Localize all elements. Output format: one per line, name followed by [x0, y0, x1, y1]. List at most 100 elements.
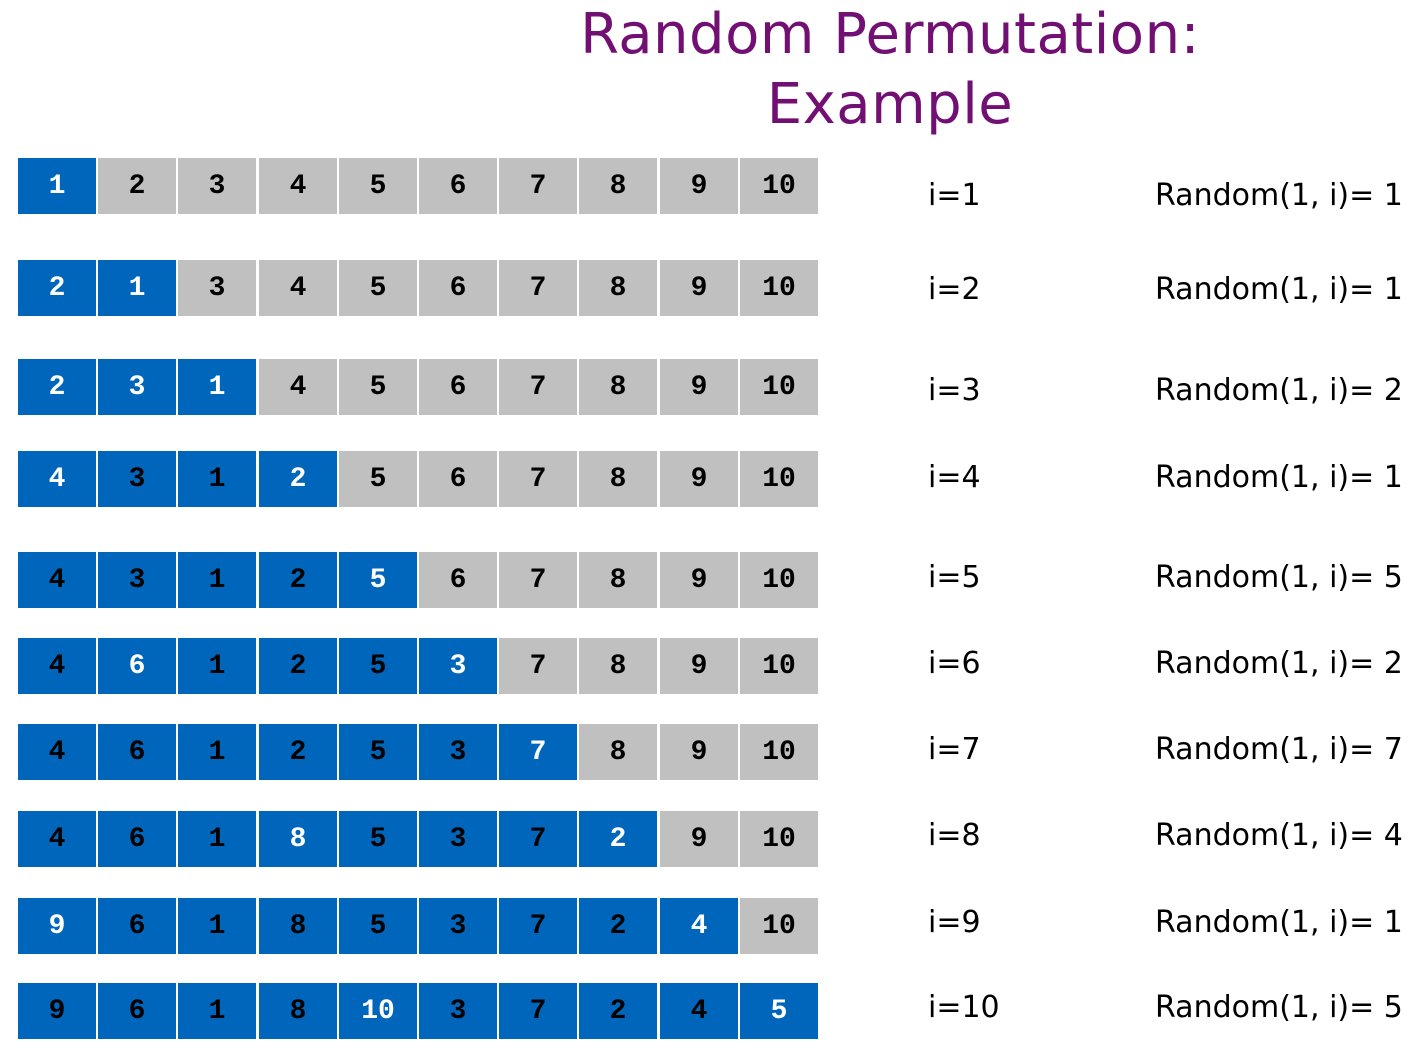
array-cell: 3 [178, 260, 256, 316]
array-cell: 5 [339, 359, 417, 415]
array-cell: 7 [499, 552, 577, 608]
array-cell: 3 [178, 158, 256, 214]
array-cell: 2 [18, 260, 96, 316]
permutation-row: 1 2 3 4 5 6 7 8 9 10 [18, 158, 820, 216]
array-cell: 6 [98, 724, 176, 780]
page-title: Random Permutation: Example [580, 2, 1200, 137]
array-cell: 9 [660, 359, 738, 415]
step-index-label: i=6 [928, 646, 981, 681]
array-cell: 6 [419, 260, 497, 316]
array-cell: 10 [740, 724, 818, 780]
array-cell: 4 [259, 260, 337, 316]
array-cell: 4 [259, 158, 337, 214]
array-cell: 7 [499, 811, 577, 867]
random-value-label: Random(1, i)= 1 [1155, 178, 1403, 213]
random-value-label: Random(1, i)= 5 [1155, 560, 1403, 595]
permutation-row: 2 3 1 4 5 6 7 8 9 10 [18, 359, 820, 417]
array-cell: 7 [499, 158, 577, 214]
array-cell: 4 [259, 359, 337, 415]
array-cell: 1 [18, 158, 96, 214]
permutation-row: 4 6 1 8 5 3 7 2 9 10 [18, 811, 820, 869]
random-value-label: Random(1, i)= 5 [1155, 990, 1403, 1025]
permutation-row: 4 3 1 2 5 6 7 8 9 10 [18, 451, 820, 509]
array-cell: 3 [98, 359, 176, 415]
array-cell: 7 [499, 638, 577, 694]
array-cell: 3 [419, 898, 497, 954]
array-cell: 5 [339, 158, 417, 214]
array-cell: 1 [178, 983, 256, 1039]
array-cell: 4 [660, 898, 738, 954]
array-cell: 1 [98, 260, 176, 316]
array-cell: 5 [339, 724, 417, 780]
array-cell: 6 [98, 898, 176, 954]
array-cell: 9 [660, 451, 738, 507]
array-cell: 7 [499, 359, 577, 415]
array-cell: 2 [579, 898, 657, 954]
array-cell: 8 [579, 260, 657, 316]
array-cell: 3 [419, 983, 497, 1039]
permutation-row: 4 6 1 2 5 3 7 8 9 10 [18, 638, 820, 696]
array-cell: 3 [419, 811, 497, 867]
array-cell: 2 [579, 983, 657, 1039]
array-cell: 7 [499, 898, 577, 954]
permutation-row: 9 6 1 8 10 3 7 2 4 5 [18, 983, 820, 1041]
array-cell: 8 [259, 898, 337, 954]
array-cell: 2 [259, 638, 337, 694]
array-cell: 10 [740, 451, 818, 507]
array-cell: 2 [579, 811, 657, 867]
array-cell: 1 [178, 811, 256, 867]
step-index-label: i=1 [928, 178, 981, 213]
array-cell: 1 [178, 552, 256, 608]
array-cell: 2 [98, 158, 176, 214]
array-cell: 9 [660, 724, 738, 780]
permutation-row: 4 6 1 2 5 3 7 8 9 10 [18, 724, 820, 782]
array-cell: 8 [579, 451, 657, 507]
array-cell: 10 [339, 983, 417, 1039]
array-cell: 10 [740, 260, 818, 316]
array-cell: 4 [18, 638, 96, 694]
array-cell: 9 [18, 898, 96, 954]
array-cell: 5 [339, 811, 417, 867]
array-cell: 10 [740, 898, 818, 954]
array-cell: 4 [18, 724, 96, 780]
step-index-label: i=8 [928, 818, 981, 853]
array-cell: 10 [740, 552, 818, 608]
array-cell: 10 [740, 811, 818, 867]
array-cell: 10 [740, 359, 818, 415]
step-index-label: i=5 [928, 560, 981, 595]
array-cell: 3 [419, 724, 497, 780]
random-value-label: Random(1, i)= 2 [1155, 373, 1403, 408]
random-value-label: Random(1, i)= 1 [1155, 272, 1403, 307]
array-cell: 3 [98, 451, 176, 507]
array-cell: 10 [740, 638, 818, 694]
array-cell: 6 [419, 451, 497, 507]
array-cell: 3 [419, 638, 497, 694]
array-cell: 9 [660, 158, 738, 214]
array-cell: 5 [339, 552, 417, 608]
array-cell: 6 [419, 359, 497, 415]
array-cell: 2 [259, 724, 337, 780]
array-cell: 5 [339, 260, 417, 316]
random-value-label: Random(1, i)= 1 [1155, 460, 1403, 495]
array-cell: 9 [18, 983, 96, 1039]
random-value-label: Random(1, i)= 2 [1155, 646, 1403, 681]
array-cell: 5 [339, 451, 417, 507]
array-cell: 1 [178, 359, 256, 415]
array-cell: 7 [499, 983, 577, 1039]
permutation-row: 2 1 3 4 5 6 7 8 9 10 [18, 260, 820, 318]
array-cell: 7 [499, 724, 577, 780]
step-index-label: i=4 [928, 460, 981, 495]
random-value-label: Random(1, i)= 7 [1155, 732, 1403, 767]
array-cell: 8 [579, 724, 657, 780]
step-index-label: i=3 [928, 373, 981, 408]
array-cell: 7 [499, 260, 577, 316]
array-cell: 6 [419, 552, 497, 608]
array-cell: 4 [18, 552, 96, 608]
array-cell: 9 [660, 638, 738, 694]
array-cell: 8 [579, 158, 657, 214]
array-cell: 5 [339, 638, 417, 694]
array-cell: 1 [178, 724, 256, 780]
array-cell: 9 [660, 552, 738, 608]
array-cell: 5 [339, 898, 417, 954]
array-cell: 8 [579, 638, 657, 694]
